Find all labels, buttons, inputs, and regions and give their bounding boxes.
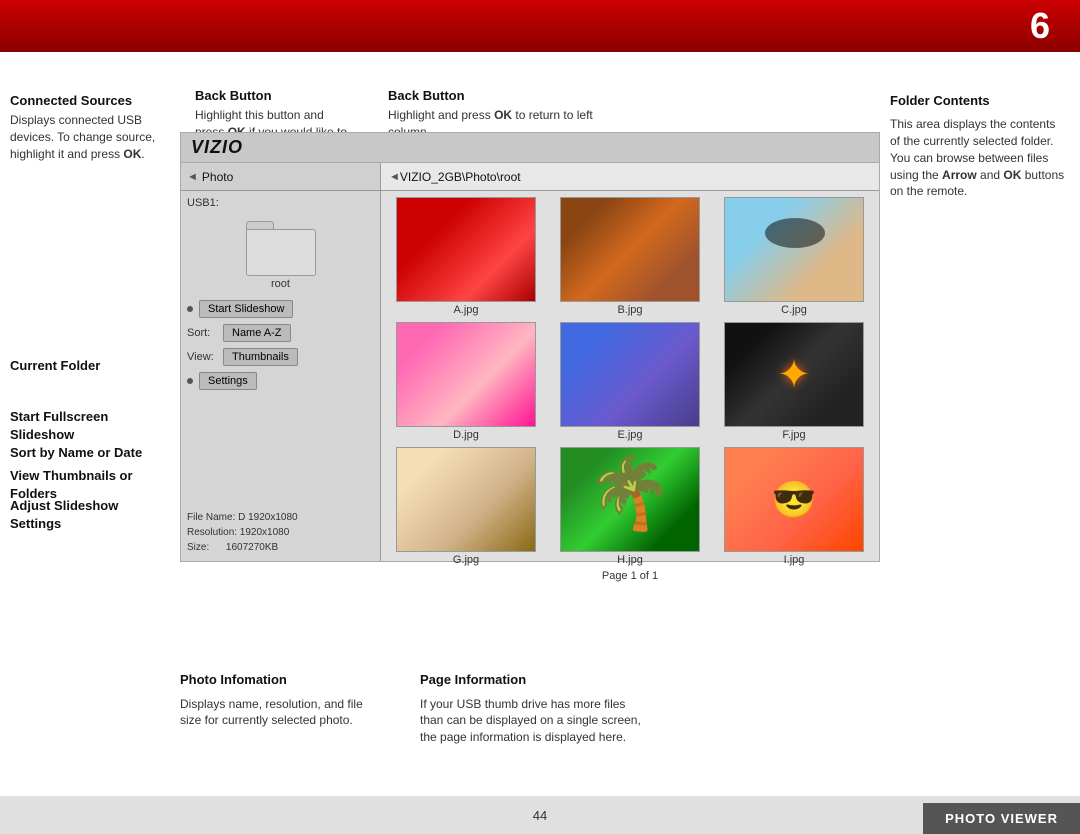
page-information-body: If your USB thumb drive has more files t…	[420, 696, 650, 746]
sort-title: Sort by Name or Date	[10, 444, 165, 462]
page-number: 44	[533, 808, 547, 823]
photo-grid: A.jpg B.jpg C.jpg D.jpg	[387, 197, 873, 566]
nav-path: VIZIO_2GB\Photo\root	[400, 170, 521, 184]
nav-left[interactable]: ◄ Photo	[181, 163, 381, 190]
file-info: File Name: D 1920x1080 Resolution: 1920x…	[187, 510, 374, 555]
ui-mockup: VIZIO ◄ Photo ◄ VIZIO_2GB\Photo\root USB…	[180, 132, 880, 562]
left-panel: USB1: root Start Slideshow Sort:	[181, 191, 381, 561]
photo-label-i: I.jpg	[784, 554, 805, 566]
photo-thumb-h	[560, 447, 700, 552]
photo-item[interactable]: A.jpg	[387, 197, 545, 316]
photo-item[interactable]: 😎 I.jpg	[715, 447, 873, 566]
photo-item[interactable]: H.jpg	[551, 447, 709, 566]
vizio-logo: VIZIO	[191, 137, 243, 158]
photo-label-b: B.jpg	[617, 304, 642, 316]
vizio-header: VIZIO	[181, 133, 879, 163]
nav-bar: ◄ Photo ◄ VIZIO_2GB\Photo\root	[181, 163, 879, 191]
connected-sources-body: Displays connected USB devices. To chang…	[10, 112, 165, 162]
photo-viewer-label: PHOTO VIEWER	[923, 803, 1080, 834]
view-row: View: Thumbnails	[187, 348, 374, 366]
page-info: Page 1 of 1	[387, 570, 873, 582]
resolution: Resolution: 1920x1080	[187, 525, 374, 540]
content-split: USB1: root Start Slideshow Sort:	[181, 191, 879, 561]
photo-item[interactable]: E.jpg	[551, 322, 709, 441]
sort-annotation: Sort by Name or Date	[10, 444, 165, 462]
file-name: File Name: D 1920x1080	[187, 510, 374, 525]
photo-thumb-c	[724, 197, 864, 302]
start-fullscreen-annotation: Start Fullscreen Slideshow	[10, 408, 165, 444]
folder-label: root	[271, 278, 290, 290]
photo-item[interactable]: C.jpg	[715, 197, 873, 316]
photo-thumb-a	[396, 197, 536, 302]
photo-information-body: Displays name, resolution, and file size…	[180, 696, 380, 730]
photo-label-g: G.jpg	[453, 554, 479, 566]
photo-item[interactable]: D.jpg	[387, 322, 545, 441]
connected-sources-title: Connected Sources	[10, 92, 165, 110]
view-value-button[interactable]: Thumbnails	[223, 348, 298, 366]
photo-item[interactable]: F.jpg	[715, 322, 873, 441]
back-button-left-title: Back Button	[195, 87, 355, 105]
folder-contents-annotation: Folder Contents This area displays the c…	[890, 92, 1065, 200]
sort-label: Sort:	[187, 327, 219, 339]
adjust-annotation: Adjust Slideshow Settings	[10, 497, 165, 533]
bottom-annotations: Photo Infomation Displays name, resoluti…	[180, 671, 650, 746]
photo-thumb-d	[396, 322, 536, 427]
photo-label-f: F.jpg	[782, 429, 805, 441]
photo-thumb-e	[560, 322, 700, 427]
photo-item[interactable]: B.jpg	[551, 197, 709, 316]
back-button-right-title: Back Button	[388, 87, 618, 105]
view-label: View:	[187, 351, 219, 363]
sort-value-button[interactable]: Name A-Z	[223, 324, 291, 342]
file-size: Size: 1607270KB	[187, 540, 374, 555]
photo-item[interactable]: G.jpg	[387, 447, 545, 566]
photo-thumb-b	[560, 197, 700, 302]
start-slideshow-button[interactable]: Start Slideshow	[199, 300, 293, 318]
settings-bullet	[187, 378, 193, 384]
page-number-badge: 6	[1030, 5, 1050, 47]
usb-label: USB1:	[187, 197, 374, 209]
folder-contents-title: Folder Contents	[890, 92, 1065, 110]
folder-contents-body: This area displays the contents of the c…	[890, 116, 1065, 200]
folder-icon-container[interactable]: root	[187, 221, 374, 290]
photo-thumb-i: 😎	[724, 447, 864, 552]
start-fullscreen-title: Start Fullscreen Slideshow	[10, 408, 165, 444]
page-information-title: Page Information	[420, 671, 650, 689]
folder-icon	[246, 221, 316, 276]
page-information-annotation: Page Information If your USB thumb drive…	[420, 671, 650, 746]
nav-right[interactable]: ◄ VIZIO_2GB\Photo\root	[381, 163, 879, 190]
top-bar: 6	[0, 0, 1080, 52]
photo-thumb-g	[396, 447, 536, 552]
photo-label-c: C.jpg	[781, 304, 807, 316]
sort-row: Sort: Name A-Z	[187, 324, 374, 342]
adjust-title: Adjust Slideshow Settings	[10, 497, 165, 533]
nav-right-arrow: ◄	[389, 171, 400, 183]
right-panel: A.jpg B.jpg C.jpg D.jpg	[381, 191, 879, 561]
photo-label-d: D.jpg	[453, 429, 479, 441]
photo-label-h: H.jpg	[617, 554, 643, 566]
photo-label-a: A.jpg	[453, 304, 478, 316]
photo-thumb-f	[724, 322, 864, 427]
nav-left-label: Photo	[202, 170, 233, 184]
current-folder-left-annotation: Current Folder	[10, 357, 160, 375]
slideshow-bullet	[187, 306, 193, 312]
current-folder-left-title: Current Folder	[10, 357, 160, 375]
bottom-bar: 44	[0, 796, 1080, 834]
photo-information-title: Photo Infomation	[180, 671, 380, 689]
folder-body	[246, 229, 316, 276]
photo-label-e: E.jpg	[617, 429, 642, 441]
main-content: Connected Sources Displays connected USB…	[0, 52, 1080, 796]
photo-information-annotation: Photo Infomation Displays name, resoluti…	[180, 671, 380, 746]
nav-left-arrow: ◄	[187, 171, 198, 183]
connected-sources-annotation: Connected Sources Displays connected USB…	[10, 92, 165, 163]
settings-button[interactable]: Settings	[199, 372, 257, 390]
